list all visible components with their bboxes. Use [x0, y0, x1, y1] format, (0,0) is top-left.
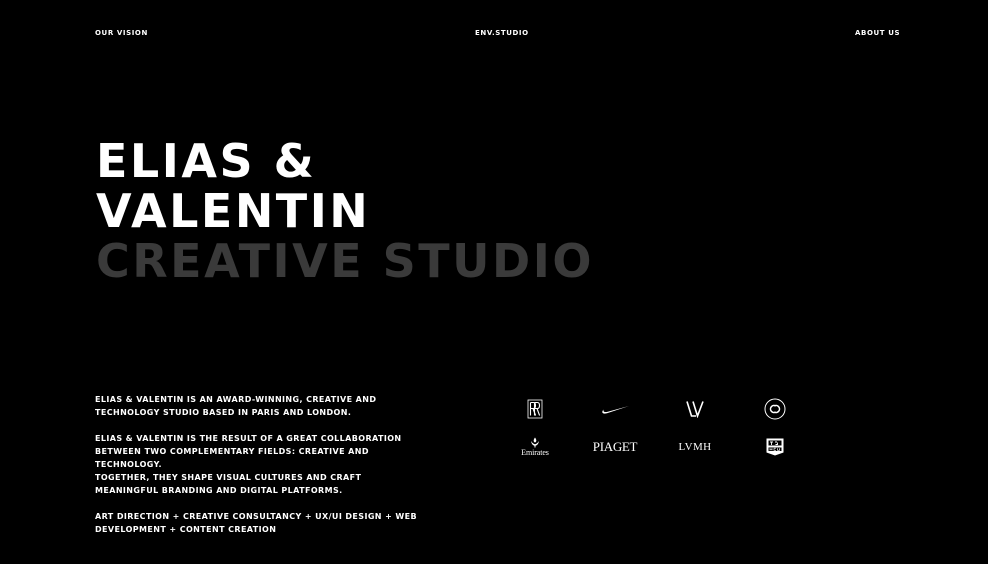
piaget-wordmark: PIAGET — [592, 439, 638, 454]
nav-about-us-link[interactable]: ABOUT US — [855, 28, 900, 38]
lvmh-wordmark: LVMH — [678, 441, 712, 453]
about-paragraph-intro: ELIAS & VALENTIN IS AN AWARD-WINNING, CR… — [95, 395, 377, 417]
lvmh-logo-icon: LVMH — [670, 433, 720, 461]
nike-swoosh-logo-icon — [590, 395, 640, 423]
about-together-text: TOGETHER, THEY SHAPE VISUAL CULTURES AND… — [95, 473, 362, 495]
hero-title-line-2: VALENTIN — [96, 184, 371, 238]
client-logos-grid: Emirates PIAGET LVMH — [510, 395, 810, 465]
about-collaboration-text: ELIAS & VALENTIN IS THE RESULT OF A GREA… — [95, 434, 402, 469]
piaget-logo-icon: PIAGET — [590, 433, 640, 461]
about-services-list: ART DIRECTION + CREATIVE CONSULTANCY + U… — [95, 512, 417, 534]
hero-title: ELIAS & VALENTIN CREATIVE STUDIO — [96, 136, 594, 286]
louis-vuitton-logo-icon — [670, 395, 720, 423]
chanel-logo-icon — [750, 395, 800, 423]
top-nav: OUR VISION ENV.STUDIO ABOUT US — [0, 28, 988, 40]
nav-our-vision-link[interactable]: OUR VISION — [95, 28, 148, 38]
about-paragraph-collaboration: ELIAS & VALENTIN IS THE RESULT OF A GREA… — [95, 432, 425, 497]
about-text-block: ELIAS & VALENTIN IS AN AWARD-WINNING, CR… — [95, 393, 425, 549]
tag-heuer-logo-icon — [750, 433, 800, 461]
hero-subtitle: CREATIVE STUDIO — [96, 234, 594, 288]
nav-studio-home-link[interactable]: ENV.STUDIO — [475, 28, 529, 38]
emirates-logo-icon: Emirates — [510, 433, 560, 461]
emirates-wordmark: Emirates — [521, 448, 549, 457]
rolls-royce-logo-icon — [510, 395, 560, 423]
hero-title-line-1: ELIAS & — [96, 134, 317, 188]
